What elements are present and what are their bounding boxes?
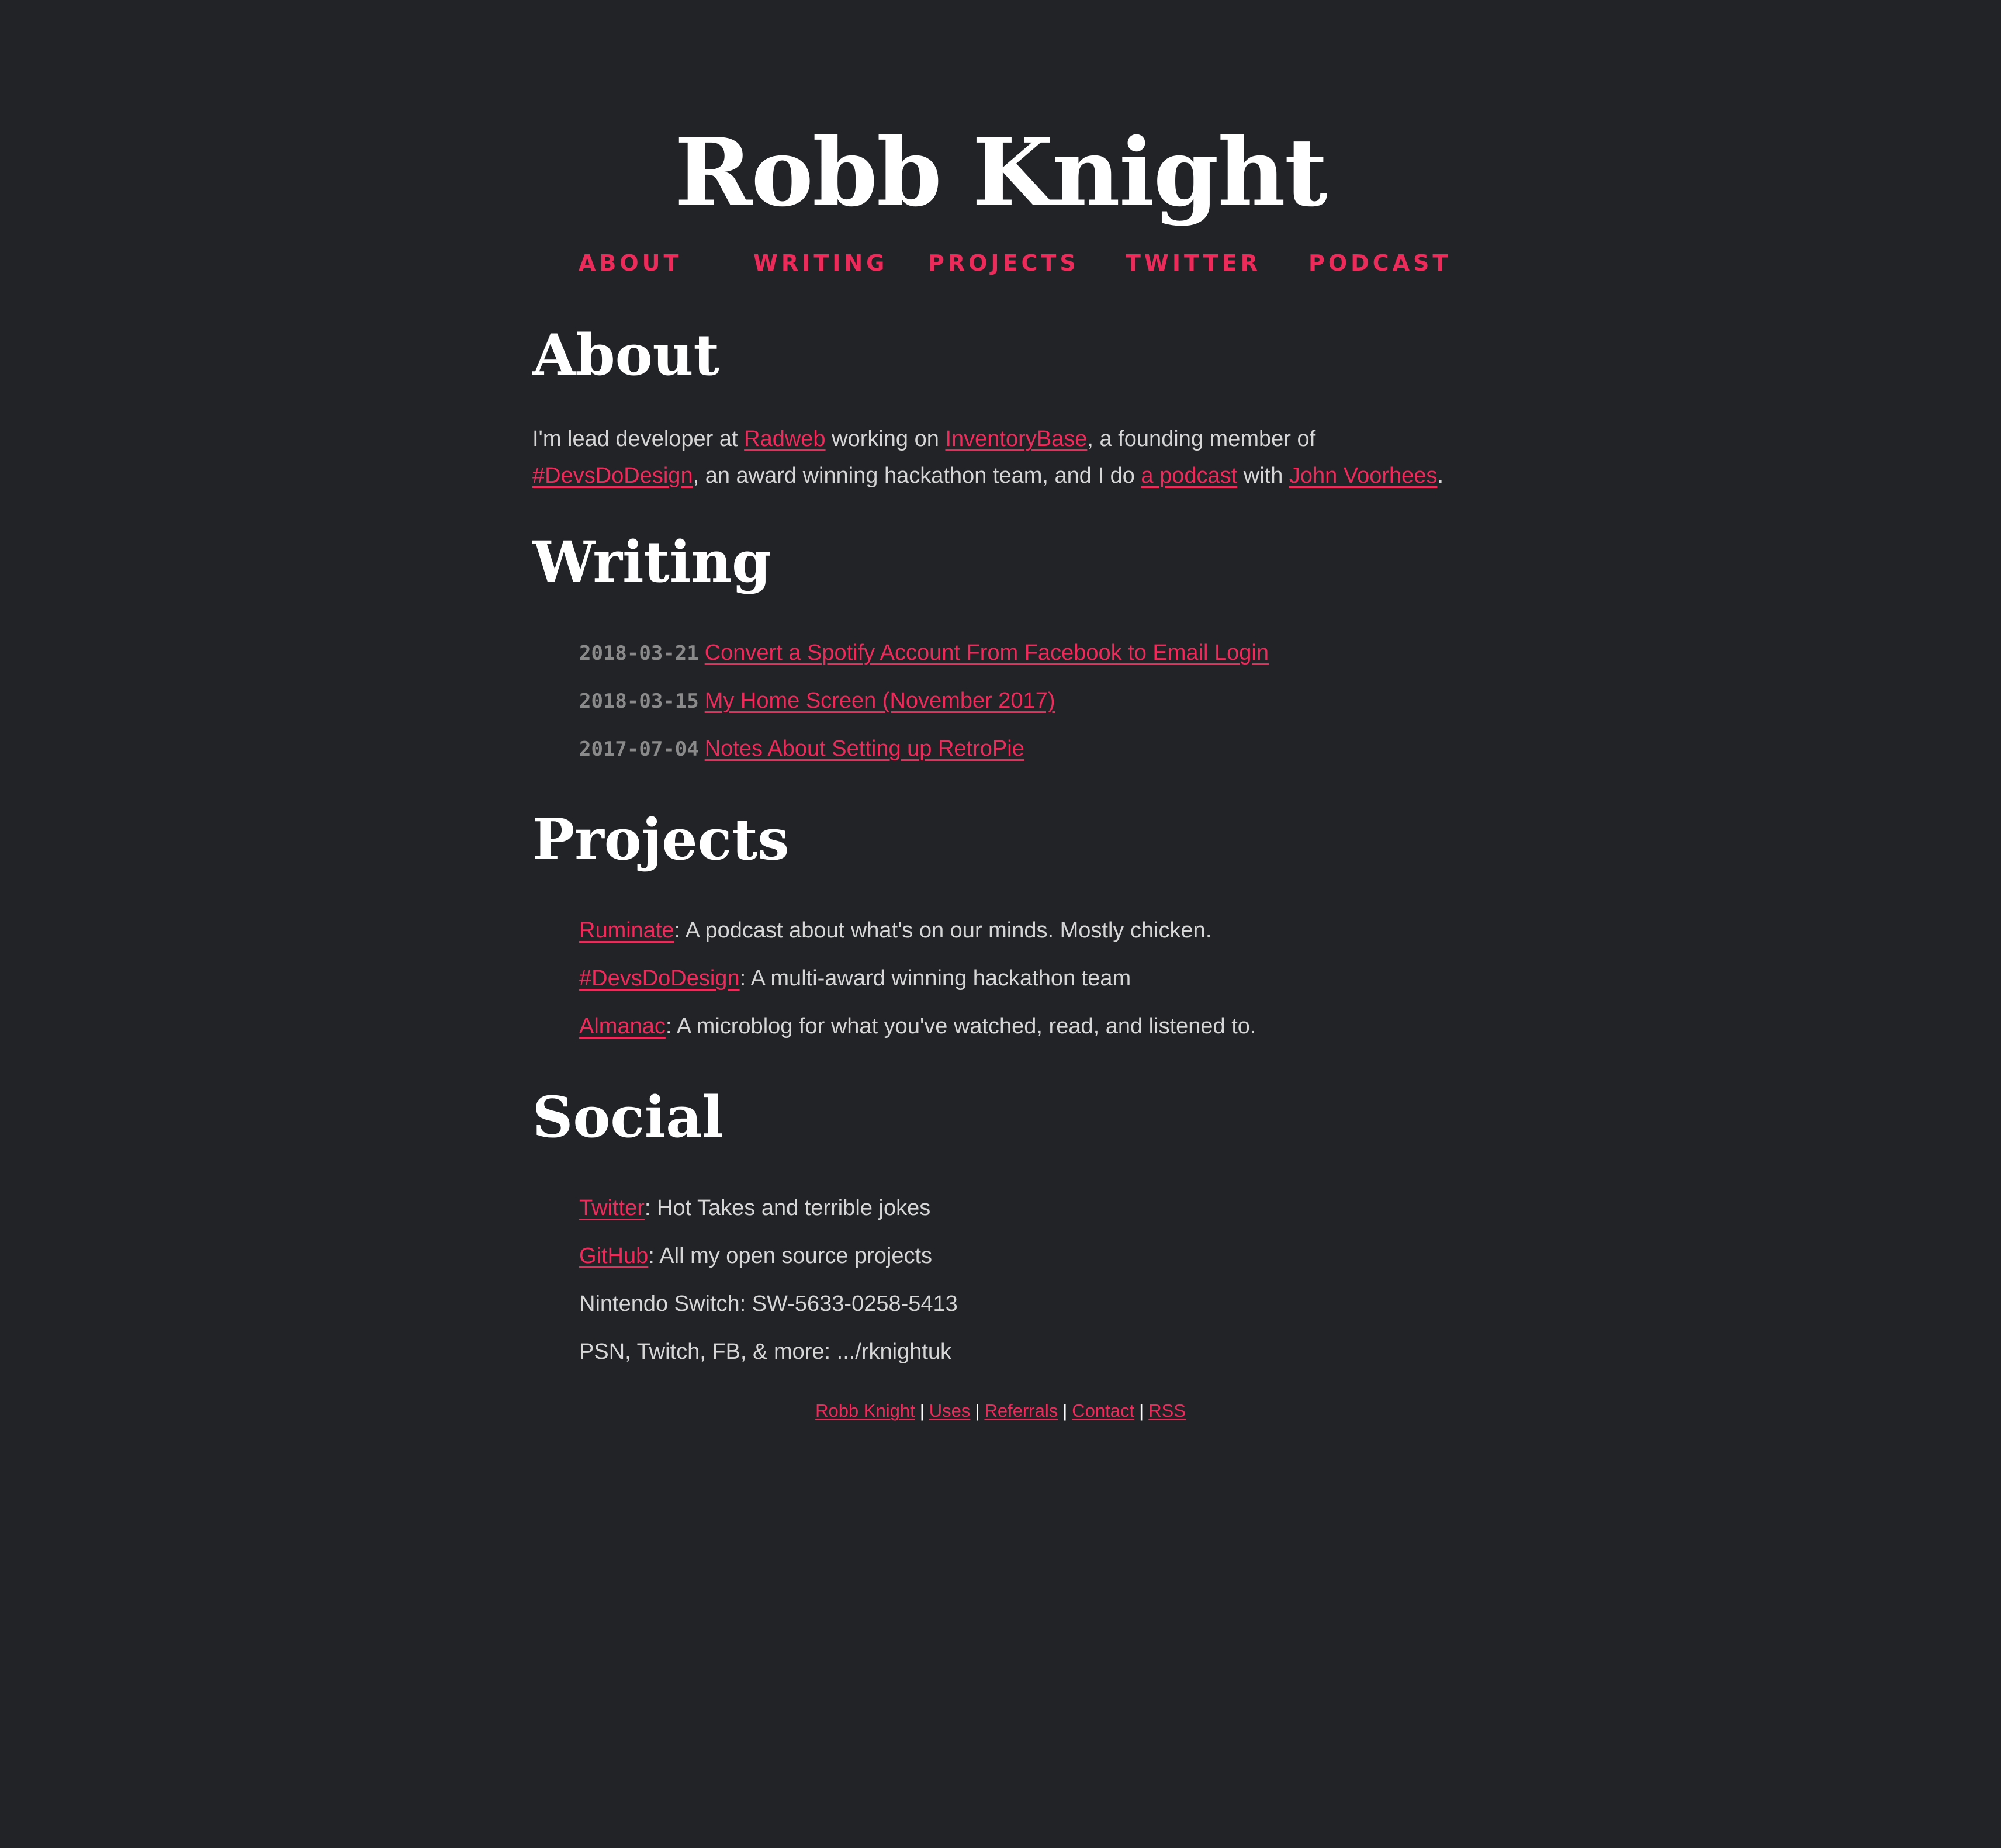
post-date: 2018-03-21 <box>579 642 699 665</box>
radweb-link[interactable]: Radweb <box>744 427 825 451</box>
ruminate-link[interactable]: Ruminate <box>579 918 674 943</box>
post-date: 2018-03-15 <box>579 690 699 713</box>
about-paragraph: I'm lead developer at Radweb working on … <box>532 421 1467 494</box>
social-heading: Social <box>532 1084 723 1150</box>
footer-separator: | <box>919 1400 925 1421</box>
post-date: 2017-07-04 <box>579 738 699 761</box>
about-text-1: I'm lead developer at <box>532 427 745 451</box>
list-item: 2017-07-04 Notes About Setting up RetroPi… <box>579 725 1269 773</box>
john-voorhees-link[interactable]: John Voorhees <box>1289 463 1438 488</box>
post-link[interactable]: Notes About Setting up RetroPie <box>705 736 1024 761</box>
list-item: 2018-03-15 My Home Screen (November 2017) <box>579 677 1269 725</box>
devsdodesign-link[interactable]: #DevsDoDesign <box>532 463 693 488</box>
footer: Robb Knight | Uses | Referrals | Contact | RSS <box>0 1398 2001 1424</box>
project-desc: : A podcast about what's on our minds. M… <box>674 918 1212 943</box>
about-text-6: . <box>1437 463 1443 488</box>
list-item: Almanac: A microblog for what you've wat… <box>579 1002 1256 1050</box>
psn-info: PSN, Twitch, FB, & more: .../rknightuk <box>579 1340 952 1364</box>
list-item: PSN, Twitch, FB, & more: .../rknightuk <box>579 1328 958 1376</box>
footer-robb-knight-link[interactable]: Robb Knight <box>815 1400 915 1421</box>
page: Robb Knight ABOUT WRITING PROJECTS TWITT… <box>0 0 2001 1848</box>
project-desc: : A multi-award winning hackathon team <box>739 966 1131 991</box>
twitter-link[interactable]: Twitter <box>579 1196 645 1220</box>
about-heading: About <box>532 322 719 388</box>
projects-heading: Projects <box>532 807 790 873</box>
list-item: #DevsDoDesign: A multi-award winning hac… <box>579 954 1256 1002</box>
list-item: 2018-03-21 Convert a Spotify Account From… <box>579 629 1269 677</box>
podcast-link[interactable]: a podcast <box>1141 463 1237 488</box>
footer-separator: | <box>975 1400 980 1421</box>
footer-uses-link[interactable]: Uses <box>929 1400 971 1421</box>
social-list: Twitter: Hot Takes and terrible jokes Gi… <box>579 1184 958 1376</box>
footer-separator: | <box>1139 1400 1144 1421</box>
about-text-2: working on <box>825 427 946 451</box>
github-link[interactable]: GitHub <box>579 1244 648 1268</box>
footer-referrals-link[interactable]: Referrals <box>984 1400 1058 1421</box>
social-desc: : Hot Takes and terrible jokes <box>644 1196 931 1220</box>
writing-heading: Writing <box>532 529 771 595</box>
nav-about[interactable]: ABOUT <box>579 245 682 281</box>
footer-contact-link[interactable]: Contact <box>1072 1400 1134 1421</box>
nav-projects[interactable]: PROJECTS <box>928 245 1079 281</box>
list-item: Twitter: Hot Takes and terrible jokes <box>579 1184 958 1232</box>
project-desc: : A microblog for what you've watched, r… <box>665 1014 1256 1039</box>
projects-list: Ruminate: A podcast about what's on our … <box>579 906 1256 1050</box>
list-item: Nintendo Switch: SW-5633-0258-5413 <box>579 1280 958 1328</box>
about-text-4: , an award winning hackathon team, and I… <box>693 463 1141 488</box>
nav-writing[interactable]: WRITING <box>753 245 888 281</box>
inventorybase-link[interactable]: InventoryBase <box>945 427 1087 451</box>
nav-podcast[interactable]: PODCAST <box>1308 245 1451 281</box>
devsdodesign-project-link[interactable]: #DevsDoDesign <box>579 966 740 991</box>
site-title: Robb Knight <box>674 117 1327 227</box>
footer-rss-link[interactable]: RSS <box>1148 1400 1186 1421</box>
social-desc: : All my open source projects <box>648 1244 933 1268</box>
writing-list: 2018-03-21 Convert a Spotify Account From… <box>579 629 1269 773</box>
about-text-3: , a founding member of <box>1087 427 1316 451</box>
almanac-link[interactable]: Almanac <box>579 1014 666 1039</box>
nintendo-switch-code: Nintendo Switch: SW-5633-0258-5413 <box>579 1292 958 1316</box>
about-text-5: with <box>1237 463 1289 488</box>
main-nav: ABOUT WRITING PROJECTS TWITTER PODCAST <box>0 245 2001 281</box>
post-link[interactable]: My Home Screen (November 2017) <box>705 688 1055 713</box>
nav-twitter[interactable]: TWITTER <box>1126 245 1261 281</box>
list-item: Ruminate: A podcast about what's on our … <box>579 906 1256 954</box>
footer-separator: | <box>1062 1400 1068 1421</box>
list-item: GitHub: All my open source projects <box>579 1232 958 1280</box>
post-link[interactable]: Convert a Spotify Account From Facebook … <box>705 641 1269 665</box>
